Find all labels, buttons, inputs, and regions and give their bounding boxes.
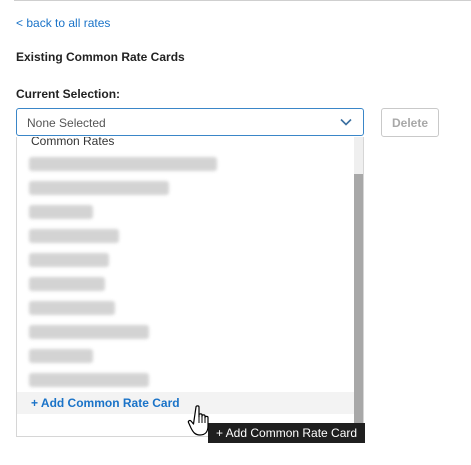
delete-button[interactable]: Delete <box>381 108 439 137</box>
dropdown-option[interactable] <box>29 349 93 363</box>
dropdown-option[interactable] <box>29 277 105 291</box>
dropdown-option[interactable] <box>29 253 109 267</box>
dropdown-option[interactable] <box>29 325 149 339</box>
dropdown-option[interactable] <box>29 157 217 171</box>
section-title: Existing Common Rate Cards <box>16 50 185 64</box>
group-header-common-rates: Common Rates <box>31 137 115 148</box>
rate-card-select[interactable]: None Selected <box>16 108 364 136</box>
back-to-rates-link[interactable]: < back to all rates <box>16 16 110 30</box>
dropdown-option[interactable] <box>29 205 93 219</box>
add-common-rate-card-option[interactable]: + Add Common Rate Card <box>17 392 354 414</box>
top-divider <box>14 0 471 1</box>
dropdown-option[interactable] <box>29 373 149 387</box>
hand-cursor-icon <box>187 405 209 436</box>
dropdown-option[interactable] <box>29 301 115 315</box>
dropdown-option[interactable] <box>29 229 119 243</box>
add-common-rate-card-label: + Add Common Rate Card <box>31 396 180 410</box>
dropdown-scroll-thumb[interactable] <box>354 174 363 425</box>
tooltip: + Add Common Rate Card <box>208 423 366 443</box>
select-value: None Selected <box>27 116 106 130</box>
rate-card-dropdown-menu: Common Rates + Add Common Rate Card <box>16 137 364 437</box>
rate-card-page: < back to all rates Existing Common Rate… <box>0 0 471 465</box>
chevron-down-icon <box>340 118 352 126</box>
current-selection-label: Current Selection: <box>16 87 121 101</box>
dropdown-option[interactable] <box>29 181 169 195</box>
